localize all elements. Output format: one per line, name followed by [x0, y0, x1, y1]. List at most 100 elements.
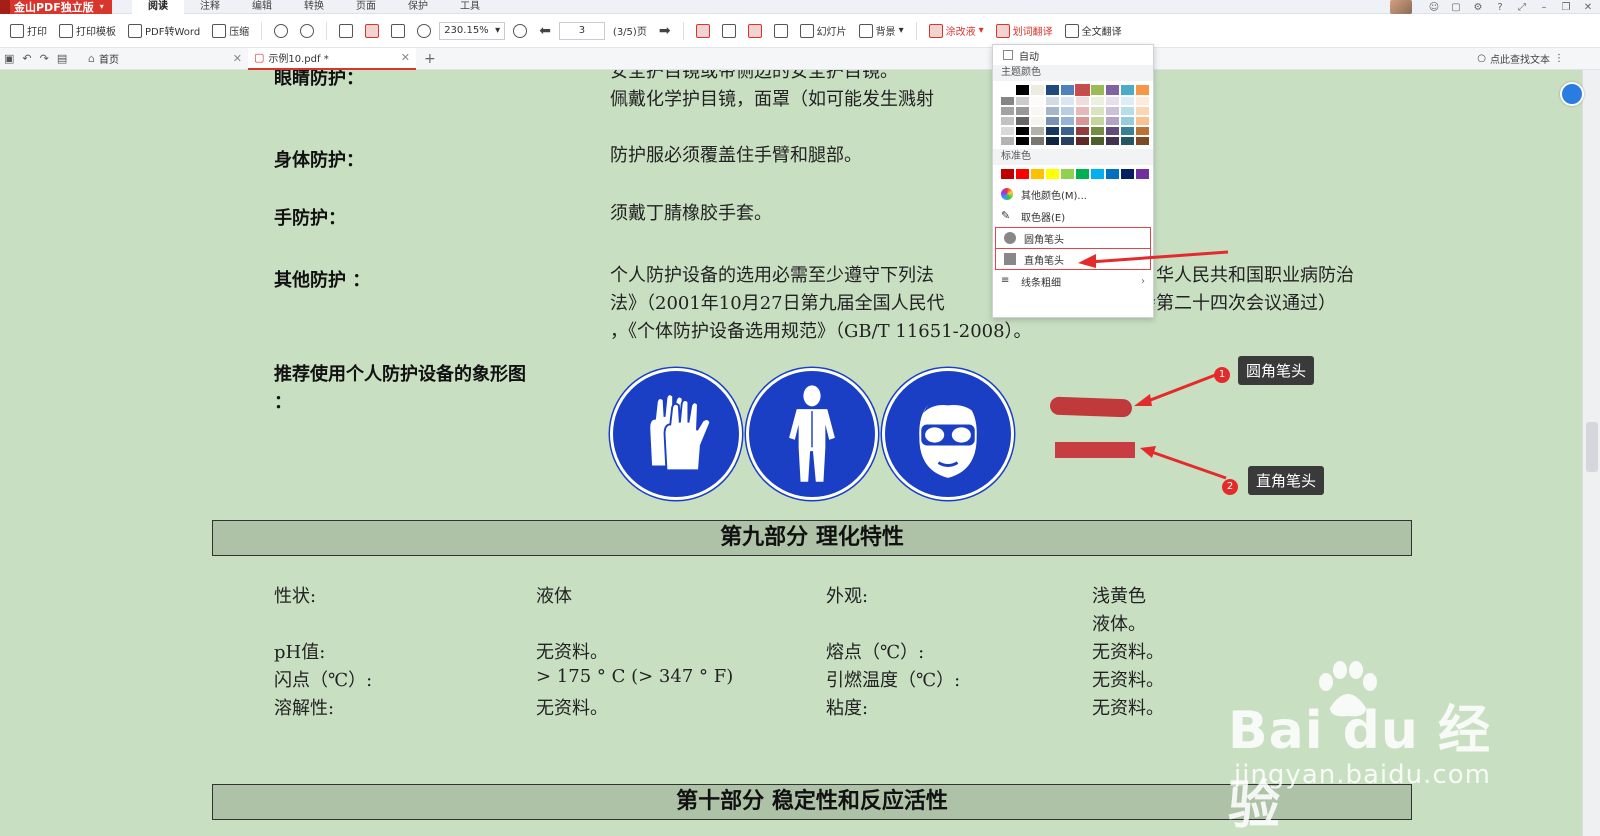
single-page-button[interactable] [692, 19, 714, 43]
actual-size-button[interactable] [335, 19, 357, 43]
menu-tab-protect[interactable]: 保护 [392, 0, 444, 14]
minimize-icon[interactable]: – [1538, 2, 1550, 13]
theme-color-swatch[interactable] [1031, 137, 1044, 145]
standard-color-swatch[interactable] [1046, 169, 1059, 179]
app-title-button[interactable]: 金山PDF独立版 ▾ [0, 0, 112, 14]
standard-color-swatch[interactable] [1106, 169, 1119, 179]
gear-icon[interactable]: ⚙ [1472, 2, 1484, 13]
theme-color-swatch[interactable] [1076, 97, 1089, 105]
close-icon[interactable]: ✕ [1582, 2, 1594, 13]
theme-color-swatch[interactable] [1016, 85, 1029, 95]
theme-color-swatch[interactable] [1106, 117, 1119, 125]
theme-color-swatch[interactable] [1031, 85, 1044, 95]
theme-color-swatch[interactable] [1016, 97, 1029, 105]
standard-color-swatch[interactable] [1136, 169, 1149, 179]
standard-color-swatch[interactable] [1031, 169, 1044, 179]
theme-color-swatch[interactable] [1136, 137, 1149, 145]
theme-color-swatch[interactable] [1031, 127, 1044, 135]
theme-color-swatch[interactable] [1061, 107, 1074, 115]
theme-color-swatch[interactable] [1031, 117, 1044, 125]
auto-color-option[interactable]: 自动 [993, 45, 1153, 65]
theme-color-swatch[interactable] [1076, 107, 1089, 115]
print-button[interactable]: 打印 [6, 19, 51, 43]
theme-color-swatch[interactable] [1076, 127, 1089, 135]
slideshow-button[interactable]: 幻灯片 [796, 19, 851, 43]
save-icon[interactable]: ▤ [57, 52, 67, 65]
help-icon[interactable]: ? [1494, 2, 1506, 13]
word-translate-button[interactable]: 划词翻译 [992, 19, 1057, 43]
theme-color-swatch[interactable] [1091, 137, 1104, 145]
theme-color-swatch[interactable] [1046, 137, 1059, 145]
continuous-button[interactable] [744, 19, 766, 43]
zoom-select[interactable]: 230.15% ▾ [439, 21, 506, 40]
theme-color-swatch[interactable] [1046, 85, 1059, 95]
theme-color-swatch[interactable] [1136, 97, 1149, 105]
standard-color-swatch[interactable] [1091, 169, 1104, 179]
theme-color-swatch[interactable] [1106, 107, 1119, 115]
menu-tab-convert[interactable]: 转换 [288, 0, 340, 14]
highlight-pen-button[interactable]: 涂改液 ▾ [925, 19, 988, 43]
theme-color-swatch[interactable] [1136, 127, 1149, 135]
theme-color-swatch[interactable] [1106, 85, 1119, 95]
floating-tool-button[interactable] [1560, 82, 1584, 106]
theme-color-swatch[interactable] [1121, 85, 1134, 95]
theme-color-swatch[interactable] [1136, 107, 1149, 115]
theme-color-swatch[interactable] [1001, 107, 1014, 115]
theme-color-swatch[interactable] [1001, 97, 1014, 105]
theme-color-swatch[interactable] [1001, 85, 1014, 95]
menu-tab-page[interactable]: 页面 [340, 0, 392, 14]
theme-color-swatch[interactable] [1046, 117, 1059, 125]
redo-icon[interactable]: ↷ [40, 52, 49, 65]
menu-tab-read[interactable]: 阅读 [132, 0, 184, 14]
open-folder-icon[interactable]: ▣ [4, 52, 14, 65]
scrollbar-thumb[interactable] [1586, 422, 1598, 472]
theme-color-swatch[interactable] [1136, 117, 1149, 125]
theme-color-swatch[interactable] [1016, 127, 1029, 135]
find-text-button[interactable]: ○ 点此查找文本 ⋮ [1477, 51, 1564, 66]
rotate-right-button[interactable] [296, 19, 318, 43]
theme-color-swatch[interactable] [1016, 107, 1029, 115]
full-translate-button[interactable]: 全文翻译 [1061, 19, 1126, 43]
theme-color-swatch[interactable] [1091, 107, 1104, 115]
theme-color-swatch[interactable] [1001, 117, 1014, 125]
theme-color-swatch[interactable] [1001, 127, 1014, 135]
theme-color-swatch[interactable] [1136, 85, 1149, 95]
print-template-button[interactable]: 打印模板 [55, 19, 120, 43]
undo-icon[interactable]: ↶ [22, 52, 31, 65]
theme-color-swatch[interactable] [1061, 137, 1074, 145]
skin-icon[interactable]: ☺ [1428, 2, 1440, 13]
theme-color-swatch[interactable] [1061, 127, 1074, 135]
close-icon[interactable]: ✕ [233, 52, 242, 65]
menu-tab-tools[interactable]: 工具 [444, 0, 496, 14]
theme-color-swatch[interactable] [1091, 127, 1104, 135]
theme-color-swatch[interactable] [1061, 97, 1074, 105]
vertical-scrollbar[interactable] [1582, 70, 1600, 836]
theme-color-swatch[interactable] [1091, 117, 1104, 125]
theme-color-swatch[interactable] [1121, 137, 1134, 145]
theme-color-swatch[interactable] [1121, 117, 1134, 125]
theme-color-swatch[interactable] [1091, 85, 1104, 95]
theme-color-swatch[interactable] [1076, 137, 1089, 145]
standard-color-swatch[interactable] [1016, 169, 1029, 179]
theme-color-swatch[interactable] [1121, 107, 1134, 115]
close-icon[interactable]: ✕ [401, 51, 410, 64]
theme-color-swatch[interactable] [1121, 127, 1134, 135]
theme-color-swatch[interactable] [1016, 137, 1029, 145]
theme-color-swatch[interactable] [1046, 97, 1059, 105]
theme-color-swatch[interactable] [1091, 97, 1104, 105]
square-pen-stroke[interactable] [1055, 442, 1135, 458]
tab-file[interactable]: ▢ 示例10.pdf * ✕ [248, 47, 416, 70]
more-colors-option[interactable]: 其他颜色(M)... [993, 183, 1153, 205]
tab-home[interactable]: ⌂ 首页 ✕ [82, 48, 248, 70]
prev-page-button[interactable]: ⬅ [535, 19, 555, 43]
fit-width-button[interactable] [361, 19, 383, 43]
add-tab-button[interactable]: + [424, 51, 436, 67]
restore-icon[interactable]: ❐ [1560, 2, 1572, 13]
menu-tab-edit[interactable]: 编辑 [236, 0, 288, 14]
theme-color-swatch[interactable] [1001, 137, 1014, 145]
theme-color-swatch[interactable] [1016, 117, 1029, 125]
compress-button[interactable]: 压缩 [208, 19, 253, 43]
theme-color-swatch[interactable] [1046, 127, 1059, 135]
theme-color-swatch[interactable] [1061, 117, 1074, 125]
more-icon[interactable]: ⋮ [1554, 53, 1564, 64]
